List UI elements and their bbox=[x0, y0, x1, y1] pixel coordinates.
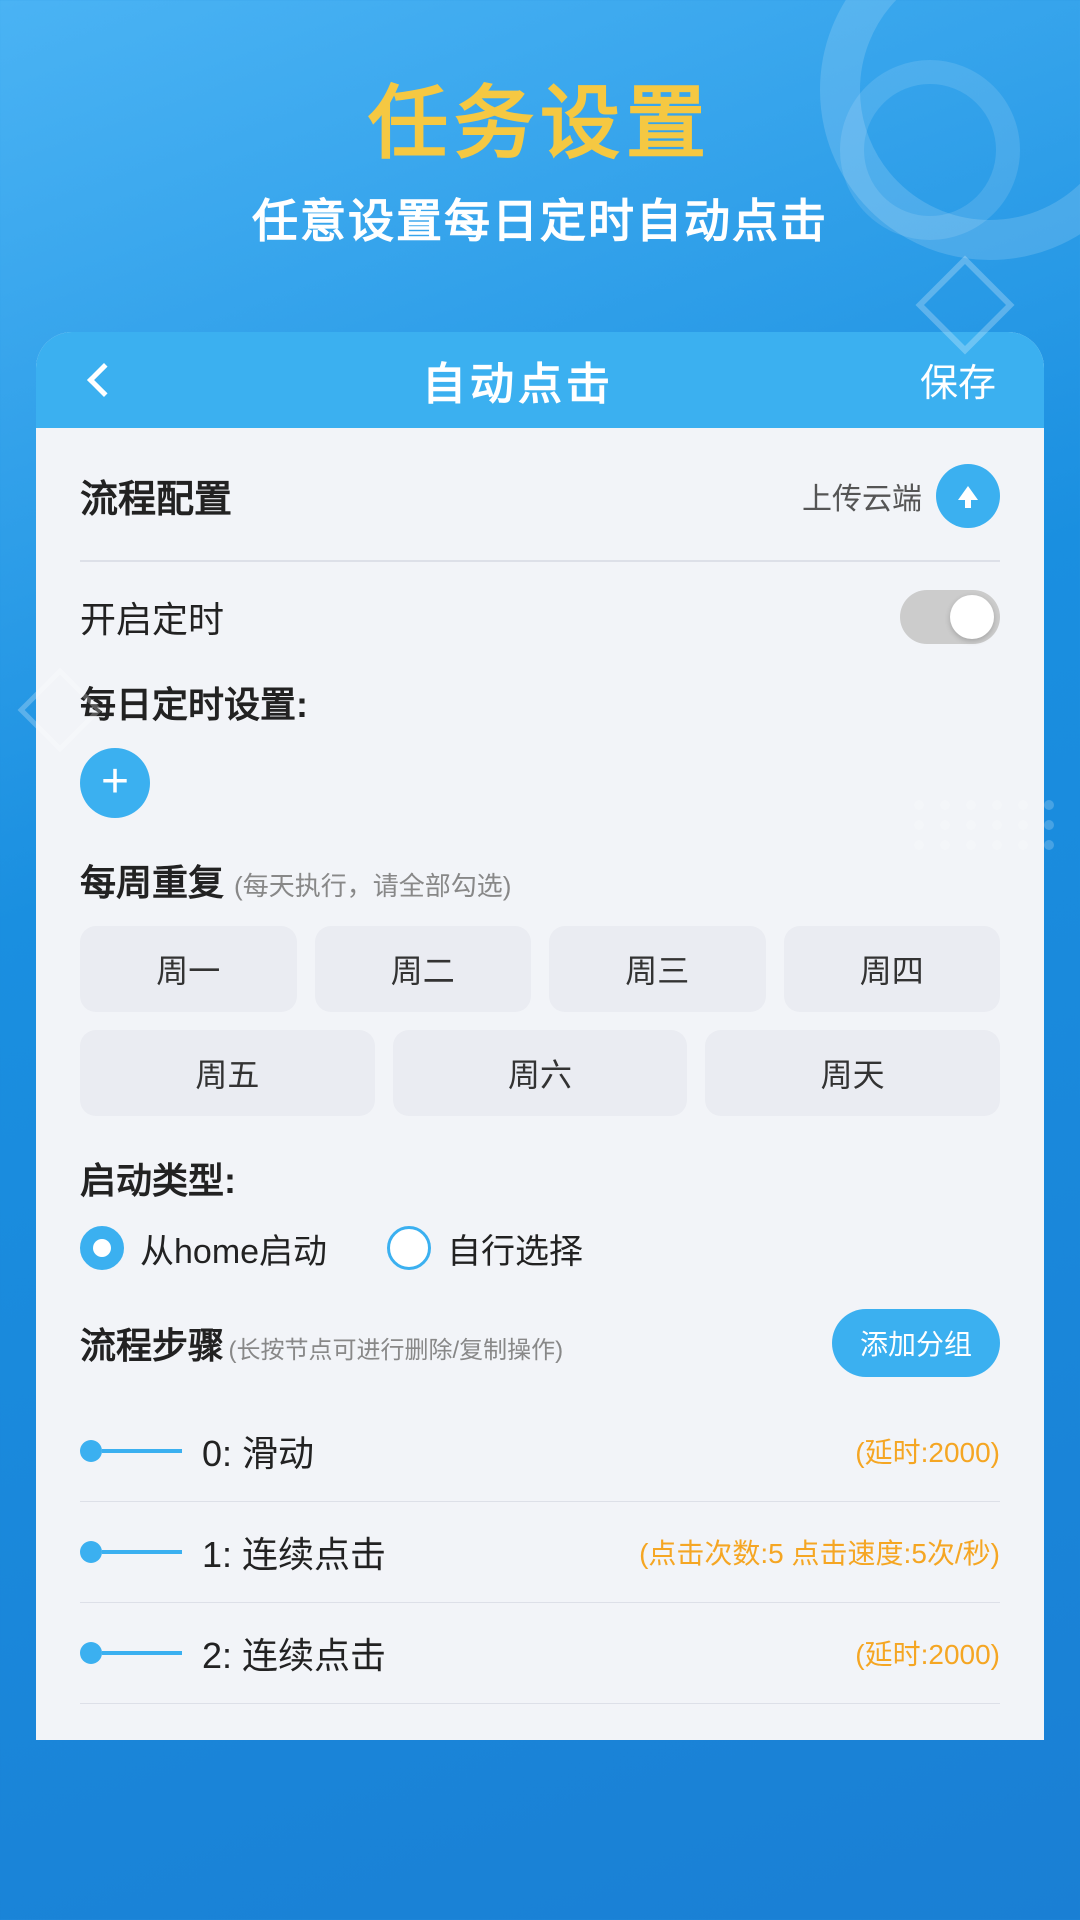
launch-option-home[interactable]: 从home启动 bbox=[80, 1224, 327, 1273]
launch-custom-label: 自行选择 bbox=[447, 1224, 583, 1273]
steps-main-label: 流程步骤 bbox=[80, 1325, 224, 1366]
upload-cloud-button[interactable] bbox=[936, 464, 1000, 528]
step-content-2: 2: 连续点击 (延时:2000) bbox=[202, 1627, 1000, 1679]
weekly-repeat-hint: (每天执行，请全部勾选) bbox=[234, 871, 511, 901]
day-saturday[interactable]: 周六 bbox=[393, 1030, 688, 1116]
day-wednesday[interactable]: 周三 bbox=[549, 926, 766, 1012]
step-dot-line-1 bbox=[80, 1541, 182, 1563]
steps-hint-label: (长按节点可进行删除/复制操作) bbox=[228, 1337, 563, 1364]
step-name-1[interactable]: 1: 连续点击 bbox=[202, 1526, 386, 1578]
weekly-repeat-main: 每周重复 bbox=[80, 862, 224, 903]
bg-decoration-dots bbox=[914, 800, 1060, 850]
step-dot-1 bbox=[80, 1541, 102, 1563]
save-button[interactable]: 保存 bbox=[908, 344, 1008, 415]
launch-type-label: 启动类型: bbox=[80, 1152, 1000, 1204]
day-sunday[interactable]: 周天 bbox=[705, 1030, 1000, 1116]
radio-home-circle bbox=[80, 1226, 124, 1270]
step-line-0 bbox=[102, 1449, 182, 1453]
step-detail-1: (点击次数:5 点击速度:5次/秒) bbox=[639, 1532, 1000, 1572]
toggle-knob bbox=[950, 595, 994, 639]
divider-1 bbox=[80, 560, 1000, 562]
step-detail-2: (延时:2000) bbox=[855, 1633, 1000, 1673]
upload-cloud-area: 上传云端 bbox=[802, 464, 1000, 528]
step-name-2[interactable]: 2: 连续点击 bbox=[202, 1627, 386, 1679]
launch-options: 从home启动 自行选择 bbox=[80, 1224, 1000, 1273]
day-monday[interactable]: 周一 bbox=[80, 926, 297, 1012]
back-button[interactable] bbox=[72, 352, 128, 408]
timer-toggle-row: 开启定时 bbox=[80, 590, 1000, 644]
step-dot-line-2 bbox=[80, 1642, 182, 1664]
card-title: 自动点击 bbox=[422, 348, 614, 412]
add-plus-icon: + bbox=[101, 758, 129, 806]
day-friday[interactable]: 周五 bbox=[80, 1030, 375, 1116]
step-name-0[interactable]: 0: 滑动 bbox=[202, 1425, 314, 1477]
step-content-0: 0: 滑动 (延时:2000) bbox=[202, 1425, 1000, 1477]
step-line-2 bbox=[102, 1651, 182, 1655]
step-dot-0 bbox=[80, 1440, 102, 1462]
weekly-repeat-label: 每周重复 (每天执行，请全部勾选) bbox=[80, 854, 1000, 906]
day-thursday[interactable]: 周四 bbox=[784, 926, 1001, 1012]
day-tuesday[interactable]: 周二 bbox=[315, 926, 532, 1012]
main-card: 自动点击 保存 流程配置 上传云端 开启定时 bbox=[36, 332, 1044, 1740]
radio-custom-circle bbox=[387, 1226, 431, 1270]
days-grid-row2: 周五 周六 周天 bbox=[80, 1030, 1000, 1116]
upload-cloud-text: 上传云端 bbox=[802, 474, 922, 518]
bg-decoration-circle-small bbox=[840, 60, 1020, 240]
step-item-1: 1: 连续点击 (点击次数:5 点击速度:5次/秒) bbox=[80, 1502, 1000, 1603]
days-grid-row1: 周一 周二 周三 周四 bbox=[80, 926, 1000, 1012]
card-header: 自动点击 保存 bbox=[36, 332, 1044, 428]
add-group-button[interactable]: 添加分组 bbox=[832, 1309, 1000, 1377]
step-dot-line-0 bbox=[80, 1440, 182, 1462]
launch-option-custom[interactable]: 自行选择 bbox=[387, 1224, 583, 1273]
timer-toggle-label: 开启定时 bbox=[80, 591, 224, 643]
step-item-2: 2: 连续点击 (延时:2000) bbox=[80, 1603, 1000, 1704]
back-chevron-icon bbox=[87, 363, 121, 397]
process-config-row: 流程配置 上传云端 bbox=[80, 464, 1000, 528]
step-detail-0: (延时:2000) bbox=[855, 1431, 1000, 1471]
step-dot-2 bbox=[80, 1642, 102, 1664]
launch-home-label: 从home启动 bbox=[140, 1224, 327, 1273]
add-timer-button[interactable]: + bbox=[80, 748, 150, 818]
timer-toggle-switch[interactable] bbox=[900, 590, 1000, 644]
step-line-1 bbox=[102, 1550, 182, 1554]
step-item-0: 0: 滑动 (延时:2000) bbox=[80, 1401, 1000, 1502]
card-body: 流程配置 上传云端 开启定时 每日定时设置: + bbox=[36, 428, 1044, 1740]
radio-home-inner bbox=[93, 1239, 111, 1257]
step-content-1: 1: 连续点击 (点击次数:5 点击速度:5次/秒) bbox=[202, 1526, 1000, 1578]
daily-timer-label: 每日定时设置: bbox=[80, 676, 1000, 728]
steps-header: 流程步骤 (长按节点可进行删除/复制操作) 添加分组 bbox=[80, 1309, 1000, 1377]
steps-label-container: 流程步骤 (长按节点可进行删除/复制操作) bbox=[80, 1317, 563, 1369]
process-config-label: 流程配置 bbox=[80, 468, 232, 523]
upload-icon bbox=[952, 480, 984, 512]
